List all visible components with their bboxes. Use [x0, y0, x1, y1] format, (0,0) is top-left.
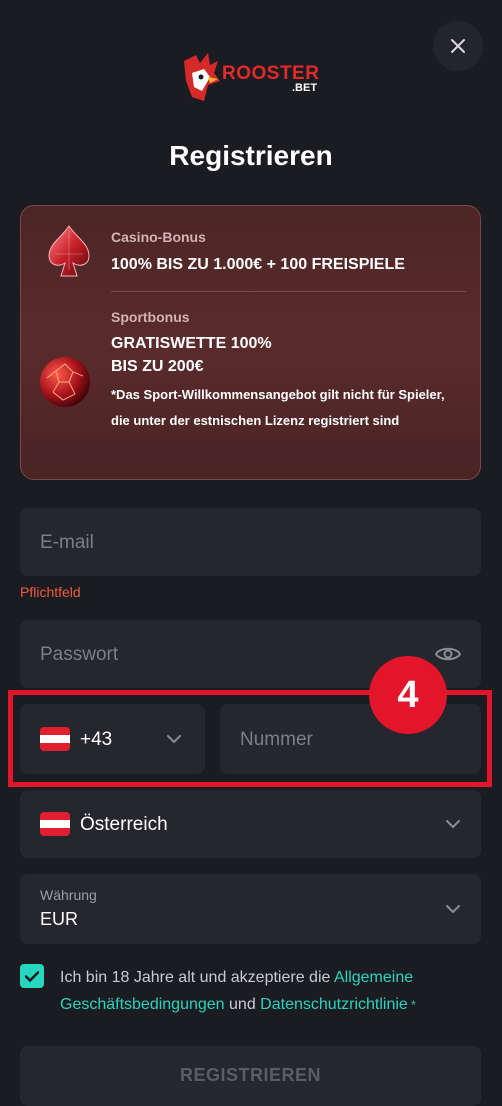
sport-bonus-label: Sportbonus [111, 309, 190, 325]
logo: ROOSTER .BET [178, 51, 328, 107]
country-value: Österreich [80, 814, 168, 835]
close-button[interactable] [433, 21, 483, 71]
bonus-divider [111, 291, 466, 292]
terms-text-before: Ich bin 18 Jahre alt und akzeptiere die [60, 969, 334, 986]
austria-flag-icon [40, 812, 70, 836]
logo-text-bet: .BET [292, 82, 318, 94]
register-button[interactable]: REGISTRIEREN [20, 1046, 481, 1106]
eye-icon[interactable] [435, 645, 461, 663]
spade-gem-icon [48, 225, 90, 277]
privacy-link[interactable]: Datenschutzrichtlinie [260, 996, 408, 1013]
password-placeholder: Passwort [40, 644, 119, 665]
chevron-down-icon [446, 820, 460, 828]
currency-value: EUR [40, 909, 79, 929]
page-title: Registrieren [169, 140, 333, 171]
sport-bonus-value-line1: GRATISWETTE 100% [111, 335, 272, 352]
checkmark-icon [25, 970, 39, 982]
country-select[interactable]: Österreich [20, 790, 481, 858]
terms-text: Ich bin 18 Jahre alt und akzeptiere die … [60, 964, 480, 1019]
sports-ball-icon [40, 357, 90, 407]
email-placeholder: E-mail [40, 532, 94, 553]
email-error-text: Pflichtfeld [20, 584, 81, 600]
casino-bonus-label: Casino-Bonus [111, 229, 206, 245]
step-badge: 4 [369, 656, 447, 734]
rooster-icon [184, 53, 220, 101]
email-field[interactable]: E-mail [20, 508, 481, 576]
required-mark: * [407, 998, 416, 1012]
casino-bonus-value: 100% BIS ZU 1.000€ + 100 FREISPIELE [111, 256, 405, 273]
close-icon [451, 39, 465, 53]
terms-text-mid: und [224, 996, 261, 1013]
currency-label: Währung [40, 887, 97, 903]
currency-select[interactable]: Währung EUR [20, 874, 481, 944]
bonus-card: Casino-Bonus 100% BIS ZU 1.000€ + 100 FR… [20, 205, 481, 480]
sport-bonus-note: *Das Sport-Willkommensangebot gilt nicht… [111, 387, 445, 428]
chevron-down-icon [446, 905, 460, 913]
sport-bonus-value-line2: BIS ZU 200€ [111, 358, 204, 375]
terms-checkbox[interactable] [20, 964, 44, 988]
